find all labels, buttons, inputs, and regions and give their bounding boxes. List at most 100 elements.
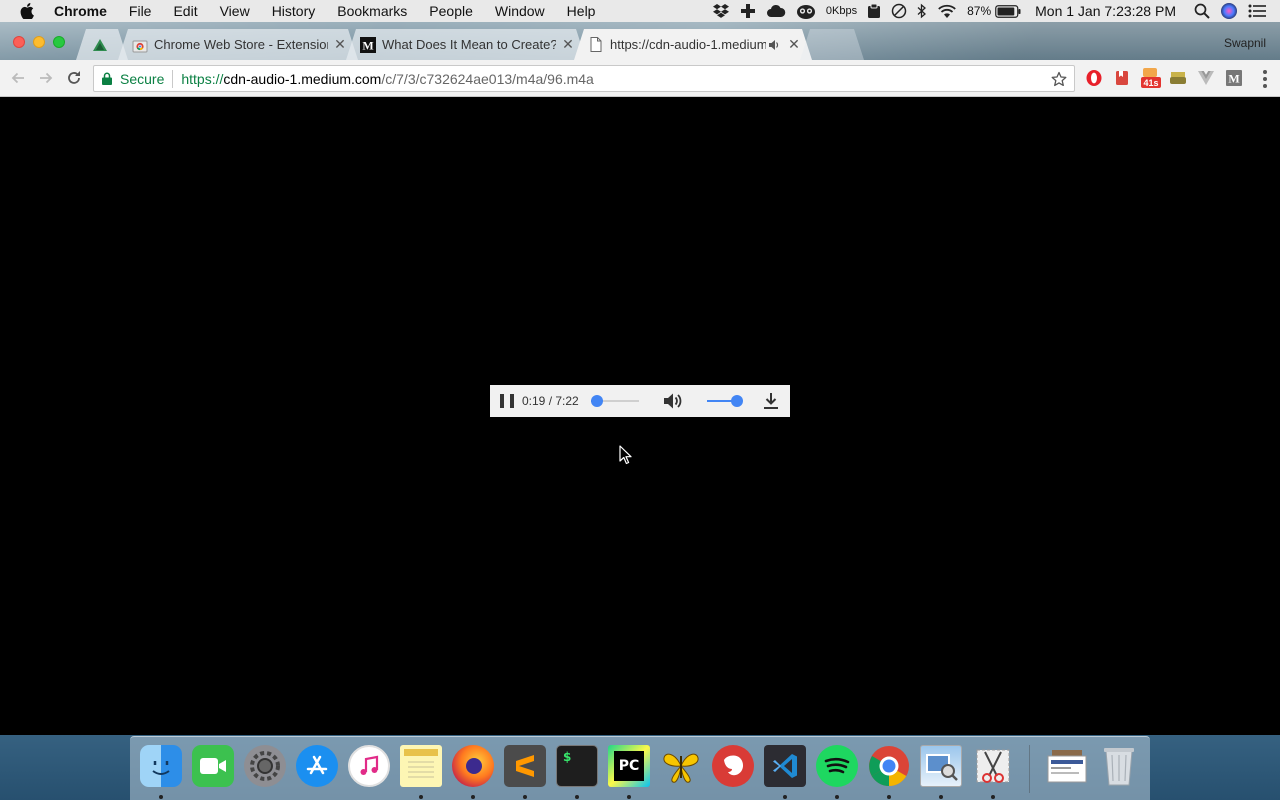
- browser-toolbar: Secure https:// cdn-audio-1.medium.com /…: [0, 60, 1280, 97]
- dock-running-indicator: [575, 795, 579, 799]
- clipboard-icon[interactable]: [867, 0, 881, 22]
- address-bar[interactable]: Secure https:// cdn-audio-1.medium.com /…: [93, 65, 1075, 92]
- dock-chrome-icon[interactable]: [868, 745, 910, 787]
- menu-help[interactable]: Help: [567, 3, 596, 19]
- lamp-ext-icon[interactable]: [1169, 69, 1187, 87]
- volume-slider[interactable]: [706, 393, 743, 409]
- window-close-button[interactable]: [13, 36, 25, 48]
- menu-file[interactable]: File: [129, 3, 152, 19]
- new-tab-button[interactable]: [800, 29, 864, 60]
- download-icon[interactable]: [763, 392, 779, 410]
- dock-tes-butterfly-icon[interactable]: [660, 745, 702, 787]
- vuejs-ext-icon[interactable]: [1197, 69, 1215, 87]
- plus-icon[interactable]: [740, 0, 756, 22]
- dock-preview-icon[interactable]: [920, 745, 962, 787]
- dock-facetime-icon[interactable]: [192, 745, 234, 787]
- clock[interactable]: Mon 1 Jan 7:23:28 PM: [1035, 0, 1176, 22]
- opera-icon[interactable]: [1085, 69, 1103, 87]
- dock-system-preferences-icon[interactable]: [244, 745, 286, 787]
- owl-icon[interactable]: [796, 0, 816, 22]
- tab-audio-playing-icon[interactable]: [768, 38, 782, 52]
- forward-button[interactable]: [36, 68, 56, 88]
- dock-scissors-icon[interactable]: [972, 745, 1014, 787]
- dock-app-store-icon[interactable]: [296, 745, 338, 787]
- dock-running-indicator: [783, 795, 787, 799]
- tab-medium-article[interactable]: M What Does It Mean to Create? ✕: [346, 29, 586, 60]
- menu-people[interactable]: People: [429, 3, 473, 19]
- spotlight-icon[interactable]: [1194, 0, 1210, 22]
- timer-badge: 41s: [1143, 78, 1158, 88]
- chrome-menu-button[interactable]: [1262, 70, 1268, 88]
- medium-icon: M: [360, 37, 376, 53]
- siri-icon[interactable]: [1220, 0, 1238, 22]
- svg-text:M: M: [1228, 72, 1239, 86]
- dock-running-indicator: [471, 795, 475, 799]
- dock-bear-icon[interactable]: [712, 745, 754, 787]
- dock-notes-icon[interactable]: [400, 745, 442, 787]
- menu-history[interactable]: History: [272, 3, 316, 19]
- pause-button[interactable]: [500, 394, 514, 408]
- network-speed: 0Kbps: [825, 5, 858, 17]
- svg-text:M: M: [362, 38, 373, 52]
- security-label[interactable]: Secure: [120, 71, 164, 87]
- mouse-cursor-icon: [619, 445, 632, 465]
- terminal-prompt: $: [563, 750, 572, 764]
- dock-spotify-icon[interactable]: [816, 745, 858, 787]
- tab-audio-active[interactable]: https://cdn-audio-1.medium ✕: [574, 29, 812, 60]
- profile-name[interactable]: Swapnil: [1224, 36, 1266, 50]
- notification-center-icon[interactable]: [1248, 0, 1266, 22]
- wifi-icon[interactable]: [937, 0, 957, 22]
- dock-firefox-icon[interactable]: [452, 745, 494, 787]
- dock-finder-icon[interactable]: [140, 745, 182, 787]
- dock-trash-icon[interactable]: [1098, 745, 1140, 787]
- menu-view[interactable]: View: [220, 3, 250, 19]
- tab-chrome-web-store[interactable]: Chrome Web Store - Extension ✕: [118, 29, 358, 60]
- seek-slider[interactable]: [590, 393, 639, 409]
- dock-downloads-stack-icon[interactable]: [1046, 745, 1088, 787]
- tab-close-icon[interactable]: ✕: [786, 37, 802, 53]
- tab-close-icon[interactable]: ✕: [560, 37, 576, 53]
- menu-window[interactable]: Window: [495, 3, 545, 19]
- volume-icon[interactable]: [663, 392, 683, 410]
- menu-app-name[interactable]: Chrome: [54, 3, 107, 19]
- page-viewport: 0:19 / 7:22: [0, 97, 1280, 735]
- dock-running-indicator: [419, 795, 423, 799]
- dropbox-icon[interactable]: [712, 0, 730, 22]
- dock-running-indicator: [159, 795, 163, 799]
- tab-close-icon[interactable]: ✕: [332, 37, 348, 53]
- lock-icon[interactable]: [102, 72, 114, 86]
- bookmark-ext-icon[interactable]: [1113, 69, 1131, 87]
- tab-strip: Chrome Web Store - Extension ✕ M What Do…: [0, 22, 1280, 60]
- dock-pycharm-icon[interactable]: PC: [608, 745, 650, 787]
- apple-menu-icon[interactable]: [20, 3, 36, 19]
- window-zoom-button[interactable]: [53, 36, 65, 48]
- dock-running-indicator: [887, 795, 891, 799]
- battery-percent: 87%: [967, 4, 992, 18]
- dock-vscode-icon[interactable]: [764, 745, 806, 787]
- menu-edit[interactable]: Edit: [173, 3, 197, 19]
- tab-title: https://cdn-audio-1.medium: [610, 37, 766, 52]
- dock-terminal-icon[interactable]: $: [556, 745, 598, 787]
- dock-running-indicator: [627, 795, 631, 799]
- vpn-icon[interactable]: [891, 0, 907, 22]
- omnibox-divider: [172, 69, 174, 88]
- back-button[interactable]: [8, 68, 28, 88]
- url-host: cdn-audio-1.medium.com: [223, 70, 382, 87]
- bluetooth-icon[interactable]: [917, 0, 927, 22]
- tab-title: Chrome Web Store - Extension: [154, 37, 328, 52]
- window-minimize-button[interactable]: [33, 36, 45, 48]
- chrome-web-store-icon: [132, 37, 148, 53]
- dock-sublime-text-icon[interactable]: [504, 745, 546, 787]
- medium-ext-icon[interactable]: M: [1225, 69, 1243, 87]
- reload-button[interactable]: [64, 68, 84, 88]
- bookmark-star-icon[interactable]: [1050, 70, 1068, 88]
- battery-icon[interactable]: [995, 0, 1021, 22]
- volume-thumb[interactable]: [730, 395, 743, 407]
- cloud-icon[interactable]: [766, 0, 786, 22]
- browser-window: Chrome Web Store - Extension ✕ M What Do…: [0, 22, 1280, 735]
- seek-thumb[interactable]: [590, 395, 603, 407]
- dock-separator: [1029, 745, 1030, 793]
- dock-itunes-icon[interactable]: [348, 745, 390, 787]
- timer-ext-icon[interactable]: 41s: [1140, 68, 1162, 88]
- menu-bookmarks[interactable]: Bookmarks: [337, 3, 407, 19]
